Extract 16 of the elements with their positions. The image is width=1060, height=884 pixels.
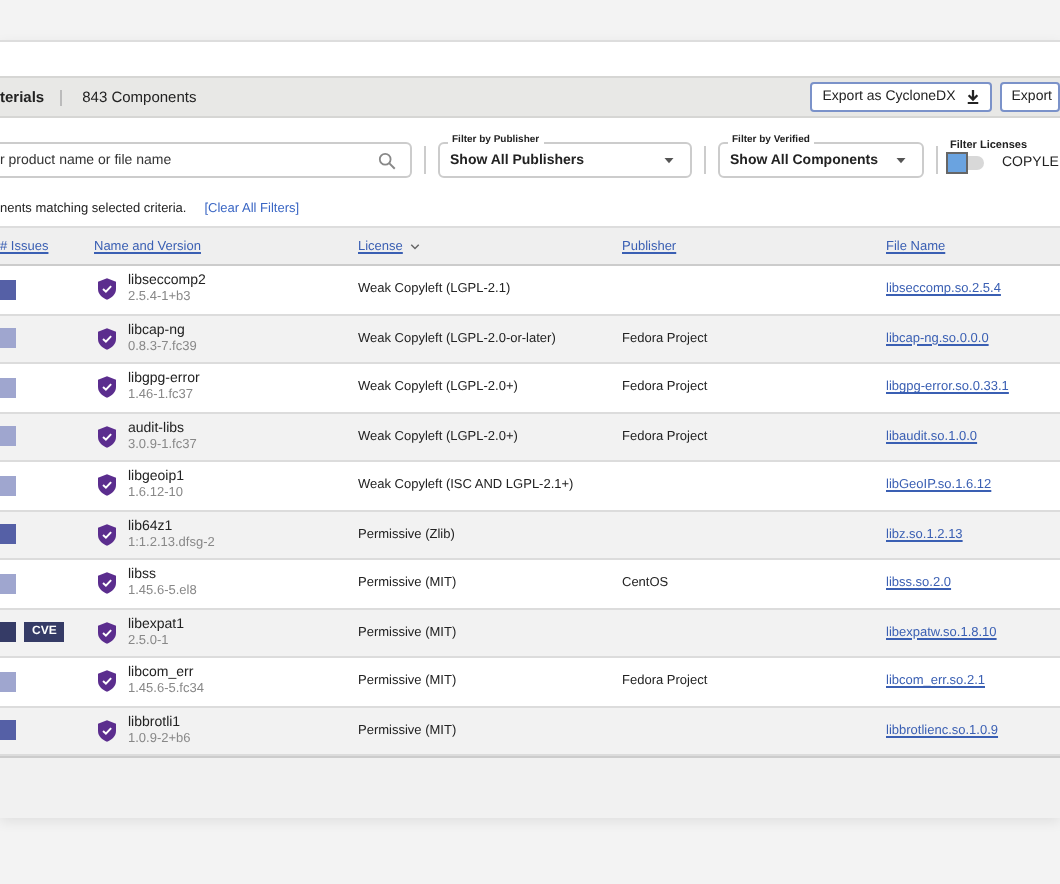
search-icon bbox=[378, 151, 396, 169]
verified-shield-icon bbox=[98, 621, 116, 644]
caret-icon bbox=[896, 157, 906, 163]
verified-shield-icon bbox=[98, 670, 116, 693]
verified-shield-icon bbox=[98, 474, 116, 497]
caret-icon bbox=[664, 157, 674, 163]
verified-shield-icon bbox=[98, 425, 116, 448]
verified-shield-icon bbox=[98, 278, 116, 301]
sort-caret-icon bbox=[410, 243, 421, 249]
verified-shield-icon bbox=[98, 327, 116, 350]
verified-shield-icon bbox=[98, 572, 116, 595]
download-icon bbox=[965, 90, 980, 104]
verified-shield-icon bbox=[98, 376, 116, 399]
toggle-switch[interactable] bbox=[950, 155, 984, 169]
verified-shield-icon bbox=[98, 523, 116, 546]
verified-shield-icon bbox=[98, 719, 116, 742]
